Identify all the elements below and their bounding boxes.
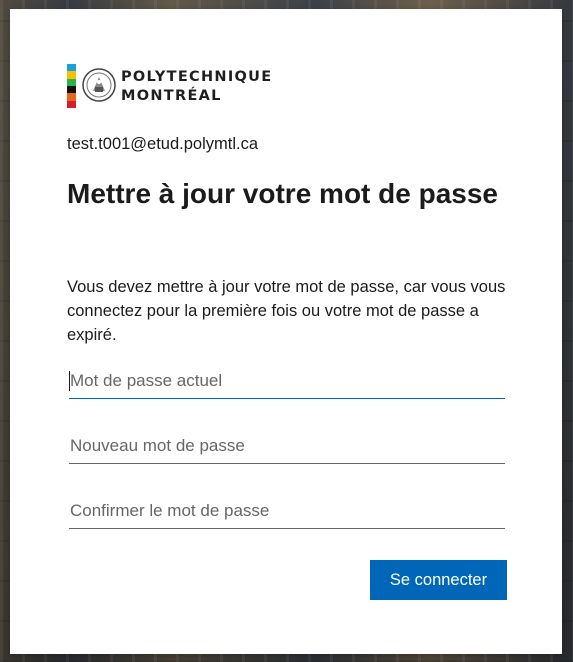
- page-title: Mettre à jour votre mot de passe: [67, 178, 499, 209]
- text-caret: [69, 371, 70, 391]
- new-password-input[interactable]: [69, 428, 505, 464]
- polytechnique-logo: POLYTECHNIQUE MONTRÉAL: [67, 64, 277, 108]
- page-description: Vous devez mettre à jour votre mot de pa…: [67, 278, 506, 344]
- account-email: test.t001@etud.polymtl.ca: [67, 135, 259, 153]
- logo-color-bar: [67, 64, 76, 108]
- logo-line-1: POLYTECHNIQUE: [121, 69, 273, 85]
- confirm-password-input[interactable]: [69, 493, 505, 529]
- logo-line-2: MONTRÉAL: [121, 88, 222, 104]
- current-password-input[interactable]: [69, 363, 505, 399]
- sign-in-button[interactable]: Se connecter: [370, 560, 507, 600]
- password-update-card: POLYTECHNIQUE MONTRÉAL test.t001@etud.po…: [10, 9, 562, 654]
- seal-icon: [82, 68, 116, 102]
- logo-wordmark: POLYTECHNIQUE MONTRÉAL: [121, 68, 272, 106]
